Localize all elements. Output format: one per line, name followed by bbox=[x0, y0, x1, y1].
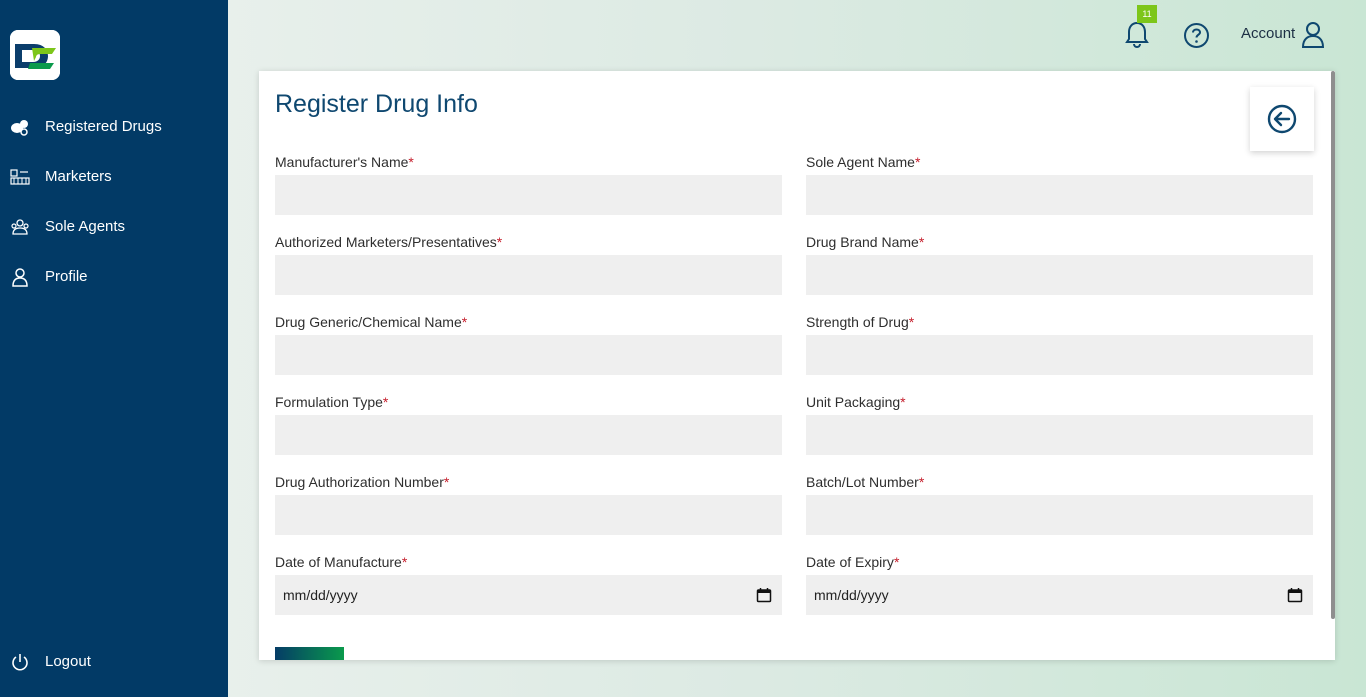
logout-label: Logout bbox=[45, 653, 91, 670]
batch-lot-number-input[interactable] bbox=[806, 495, 1313, 535]
marketers-icon bbox=[10, 167, 30, 187]
pills-icon bbox=[10, 117, 30, 137]
drug-brand-name-label: Drug Brand Name* bbox=[806, 234, 925, 250]
arrow-left-circle-icon bbox=[1267, 104, 1297, 134]
unit-packaging-label: Unit Packaging* bbox=[806, 394, 906, 410]
manufacturer-name-label: Manufacturer's Name* bbox=[275, 154, 414, 170]
bell-icon bbox=[1125, 21, 1149, 49]
manufacturer-name-input[interactable] bbox=[275, 175, 782, 215]
back-button[interactable] bbox=[1250, 87, 1314, 151]
help-icon bbox=[1184, 23, 1209, 48]
app-logo[interactable] bbox=[10, 30, 60, 80]
calendar-icon[interactable] bbox=[756, 587, 772, 603]
date-of-expiry-input[interactable]: mm/dd/yyyy bbox=[806, 575, 1313, 615]
submit-button[interactable] bbox=[275, 647, 344, 660]
sole-agents-icon bbox=[10, 217, 30, 237]
sidebar-item-sole-agents[interactable]: Sole Agents bbox=[0, 209, 228, 245]
drug-brand-name-input[interactable] bbox=[806, 255, 1313, 295]
register-drug-card: Register Drug Info Manufacturer's Name* … bbox=[259, 71, 1335, 660]
date-of-expiry-value: mm/dd/yyyy bbox=[814, 587, 889, 603]
unit-packaging-input[interactable] bbox=[806, 415, 1313, 455]
strength-of-drug-label: Strength of Drug* bbox=[806, 314, 915, 330]
sidebar: Registered Drugs Marketers Sole Agents P… bbox=[0, 0, 228, 697]
logout-button[interactable]: Logout bbox=[0, 644, 228, 680]
date-of-manufacture-value: mm/dd/yyyy bbox=[283, 587, 358, 603]
date-of-manufacture-label: Date of Manufacture* bbox=[275, 554, 408, 570]
date-of-expiry-label: Date of Expiry* bbox=[806, 554, 900, 570]
date-of-manufacture-input[interactable]: mm/dd/yyyy bbox=[275, 575, 782, 615]
formulation-type-label: Formulation Type* bbox=[275, 394, 389, 410]
page-title: Register Drug Info bbox=[275, 90, 478, 118]
scrollbar[interactable] bbox=[1331, 71, 1335, 619]
sidebar-item-marketers[interactable]: Marketers bbox=[0, 159, 228, 195]
sidebar-item-registered-drugs[interactable]: Registered Drugs bbox=[0, 109, 228, 145]
authorized-marketers-label: Authorized Marketers/Presentatives* bbox=[275, 234, 503, 250]
drug-generic-name-input[interactable] bbox=[275, 335, 782, 375]
power-icon bbox=[10, 652, 30, 672]
user-icon bbox=[1301, 22, 1325, 48]
sidebar-item-label: Marketers bbox=[45, 168, 112, 185]
sidebar-item-profile[interactable]: Profile bbox=[0, 259, 228, 295]
user-icon bbox=[10, 267, 30, 287]
sole-agent-name-label: Sole Agent Name* bbox=[806, 154, 921, 170]
drug-authorization-number-label: Drug Authorization Number* bbox=[275, 474, 450, 490]
sidebar-item-label: Registered Drugs bbox=[45, 118, 162, 135]
calendar-icon[interactable] bbox=[1287, 587, 1303, 603]
drug-generic-name-label: Drug Generic/Chemical Name* bbox=[275, 314, 468, 330]
sole-agent-name-input[interactable] bbox=[806, 175, 1313, 215]
account-label[interactable]: Account bbox=[1241, 25, 1295, 42]
sidebar-item-label: Sole Agents bbox=[45, 218, 126, 235]
account-button[interactable] bbox=[1300, 21, 1326, 49]
help-button[interactable] bbox=[1183, 22, 1210, 49]
formulation-type-input[interactable] bbox=[275, 415, 782, 455]
notification-badge: 11 bbox=[1137, 5, 1157, 23]
authorized-marketers-input[interactable] bbox=[275, 255, 782, 295]
strength-of-drug-input[interactable] bbox=[806, 335, 1313, 375]
drug-authorization-number-input[interactable] bbox=[275, 495, 782, 535]
batch-lot-number-label: Batch/Lot Number* bbox=[806, 474, 925, 490]
sidebar-item-label: Profile bbox=[45, 268, 88, 285]
notifications-button[interactable] bbox=[1124, 20, 1150, 50]
